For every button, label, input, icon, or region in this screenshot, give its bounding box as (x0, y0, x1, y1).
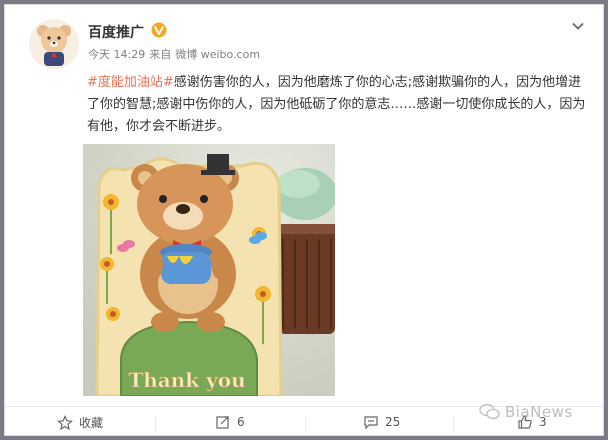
favorite-label: 收藏 (79, 416, 104, 430)
bear-avatar-icon (37, 25, 71, 66)
chevron-down-icon[interactable] (571, 19, 585, 33)
post-text: #度能加油站#感谢伤害你的人，因为他磨炼了你的心志;感谢欺骗你的人，因为他增进了… (87, 72, 591, 138)
action-separator (305, 417, 306, 431)
hashtag-link[interactable]: #度能加油站# (87, 75, 174, 90)
verified-v-icon (151, 22, 167, 38)
post-meta: 今天 14:29 来自 微博 weibo.com (88, 46, 264, 62)
repost-count: 6 (237, 415, 245, 429)
like-button[interactable]: 3 (517, 414, 547, 430)
post-image[interactable]: Thank you (83, 144, 337, 398)
author-avatar[interactable] (29, 19, 79, 69)
repost-button[interactable]: 6 (215, 414, 245, 430)
post-time[interactable]: 今天 14:29 (88, 48, 145, 61)
post-source[interactable]: 微博 weibo.com (175, 48, 260, 61)
weibo-post-card: 百度推广 今天 14:29 来自 微博 weibo.com #度能加油站#感谢伤害你… (4, 4, 604, 436)
action-separator (155, 417, 156, 431)
thank-you-caption: Thank you (128, 368, 245, 392)
action-separator (453, 417, 454, 431)
author-name[interactable]: 百度推广 (88, 22, 144, 42)
comment-count: 25 (385, 415, 401, 429)
comment-button[interactable]: 25 (363, 414, 400, 430)
favorite-button[interactable]: 收藏 (57, 414, 103, 431)
source-prefix: 来自 (149, 48, 172, 61)
star-icon (57, 414, 73, 430)
thumbs-up-icon (518, 415, 532, 429)
repost-icon (216, 416, 229, 429)
thank-you-bear-image: Thank you (83, 144, 337, 398)
wechat-icon (479, 403, 500, 420)
comment-icon (364, 416, 378, 430)
like-count: 3 (539, 415, 547, 429)
